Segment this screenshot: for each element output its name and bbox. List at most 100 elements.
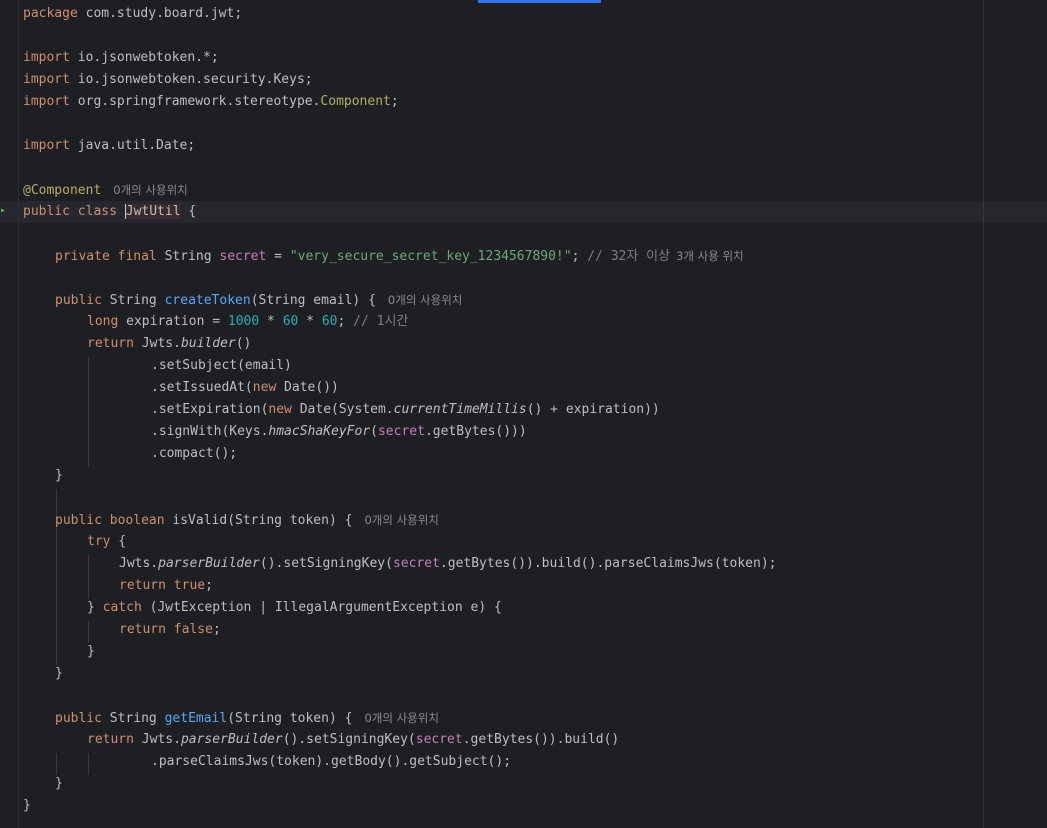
annotation: @Component	[23, 183, 102, 198]
method-name: getEmail	[164, 711, 228, 726]
code-text: .compact();	[151, 446, 238, 461]
brace: }	[55, 666, 63, 681]
field-name: secret	[219, 249, 267, 264]
code-text: Jwts.	[119, 556, 159, 571]
parameters: (String token) {	[227, 513, 353, 528]
code-line[interactable]: return false;	[119, 619, 221, 641]
keyword: return	[119, 622, 166, 637]
brace: }	[87, 644, 95, 659]
static-method: parserBuilder	[180, 732, 283, 747]
code-text: .setSubject(email)	[151, 358, 292, 373]
code-line[interactable]: Jwts.parserBuilder().setSigningKey(secre…	[119, 553, 776, 575]
brace: {	[110, 534, 127, 549]
usage-hint[interactable]: 0개의 사용위치	[388, 293, 462, 307]
type: String	[101, 293, 165, 308]
brace: }	[55, 776, 63, 791]
code-line[interactable]: }	[55, 663, 63, 685]
code-line[interactable]: return Jwts.builder()	[87, 333, 251, 355]
code-line[interactable]: public String getEmail(String token) {0개…	[55, 707, 439, 729]
method-name: createToken	[164, 293, 251, 308]
code-text: .getBytes()))	[424, 424, 527, 439]
code-line[interactable]: }	[55, 465, 63, 487]
annotation-class: Component	[320, 94, 391, 109]
code-line[interactable]: }	[23, 795, 31, 817]
import-path: java.util.Date;	[69, 138, 196, 153]
keyword: public	[55, 711, 102, 726]
punctuation: ;	[212, 622, 221, 637]
run-gutter-icon[interactable]: ▸	[0, 205, 8, 217]
code-text: .parseClaimsJws(token).getBody().getSubj…	[151, 754, 512, 769]
variable: expiration =	[118, 314, 228, 329]
punctuation: ;	[205, 578, 213, 593]
code-text: .getBytes()).build().parseClaimsJws(toke…	[439, 556, 777, 571]
code-line[interactable]: import io.jsonwebtoken.*;	[23, 47, 219, 69]
code-line[interactable]: .signWith(Keys.hmacShaKeyFor(secret.getB…	[151, 421, 527, 443]
code-line[interactable]: }	[87, 641, 95, 663]
operator: =	[266, 249, 290, 264]
code-line[interactable]: import java.util.Date;	[23, 135, 195, 157]
static-method: currentTimeMillis	[393, 402, 527, 417]
method-name: isValid	[164, 513, 228, 528]
code-line[interactable]: public boolean isValid(String token) { 0개…	[55, 509, 439, 531]
static-method: hmacShaKeyFor	[268, 424, 371, 439]
code-line[interactable]: return true;	[119, 575, 213, 597]
field-name: secret	[392, 556, 440, 571]
code-line[interactable]: .parseClaimsJws(token).getBody().getSubj…	[151, 751, 511, 773]
brace: }	[87, 600, 103, 615]
code-line[interactable]: @Component 0개의 사용위치	[23, 179, 188, 201]
field-name: secret	[415, 732, 463, 747]
brace: }	[55, 468, 63, 483]
brace: }	[23, 798, 31, 813]
code-text: Jwts.	[133, 336, 181, 351]
usage-hint[interactable]: 0개의 사용위치	[364, 513, 438, 527]
usage-hint[interactable]: 0개의 사용위치	[364, 711, 438, 725]
indent-guide	[88, 753, 89, 775]
code-text: (	[370, 424, 378, 439]
code-text: .setIssuedAt(	[151, 380, 253, 395]
code-line[interactable]: .setIssuedAt(new Date())	[151, 377, 339, 399]
code-line[interactable]: try {	[87, 531, 126, 553]
code-text: .setExpiration(	[151, 402, 269, 417]
code-line[interactable]: private final String secret = "very_secu…	[55, 245, 744, 267]
indent-guide	[88, 555, 89, 599]
class-name[interactable]: JwtUtil	[124, 204, 181, 219]
code-line[interactable]: .compact();	[151, 443, 237, 465]
code-line[interactable]: return Jwts.parserBuilder().setSigningKe…	[87, 729, 619, 751]
static-method: builder	[180, 336, 236, 351]
code-editor[interactable]: ▸ package com.study.board.jwt; import io…	[0, 0, 1047, 828]
comment: // 1시간	[345, 314, 409, 329]
code-text: (JwtException | IllegalArgumentException…	[141, 600, 502, 615]
keyword: new	[268, 402, 292, 417]
code-line[interactable]: public class JwtUtil {	[23, 201, 196, 223]
operator: *	[298, 314, 322, 329]
punctuation: {	[180, 204, 197, 219]
keyword: new	[252, 380, 277, 395]
code-line[interactable]: public String createToken(String email) …	[55, 289, 462, 311]
comment: // 32자 이상	[579, 249, 671, 264]
number-literal: 60	[282, 314, 299, 329]
keyword: private final	[55, 249, 157, 264]
code-line[interactable]: .setSubject(email)	[151, 355, 292, 377]
usage-hint[interactable]: 3개 사용 위치	[676, 249, 744, 263]
keyword: public boolean	[55, 513, 165, 528]
code-line[interactable]: package com.study.board.jwt;	[23, 3, 242, 25]
keyword: import	[23, 94, 70, 109]
parameters: (String token) {	[227, 711, 353, 726]
scroll-position-indicator[interactable]	[478, 0, 601, 3]
code-text: () + expiration))	[526, 402, 660, 417]
code-line[interactable]: import org.springframework.stereotype.Co…	[23, 91, 399, 113]
type: String	[156, 249, 220, 264]
code-line[interactable]: long expiration = 1000 * 60 * 60; // 1시간	[87, 311, 408, 333]
code-line[interactable]: }	[55, 773, 63, 795]
keyword: import	[23, 72, 70, 87]
code-text: .getBytes()).build()	[462, 732, 620, 747]
code-line[interactable]: .setExpiration(new Date(System.currentTi…	[151, 399, 660, 421]
number-literal: 60	[321, 314, 338, 329]
code-line[interactable]: import io.jsonwebtoken.security.Keys;	[23, 69, 313, 91]
code-line[interactable]: } catch (JwtException | IllegalArgumentE…	[87, 597, 502, 619]
punctuation: ;	[390, 94, 399, 109]
code-text: Jwts.	[133, 732, 181, 747]
usage-hint[interactable]: 0개의 사용위치	[113, 183, 187, 197]
code-text: .signWith(Keys.	[151, 424, 269, 439]
keyword: return	[87, 732, 134, 747]
